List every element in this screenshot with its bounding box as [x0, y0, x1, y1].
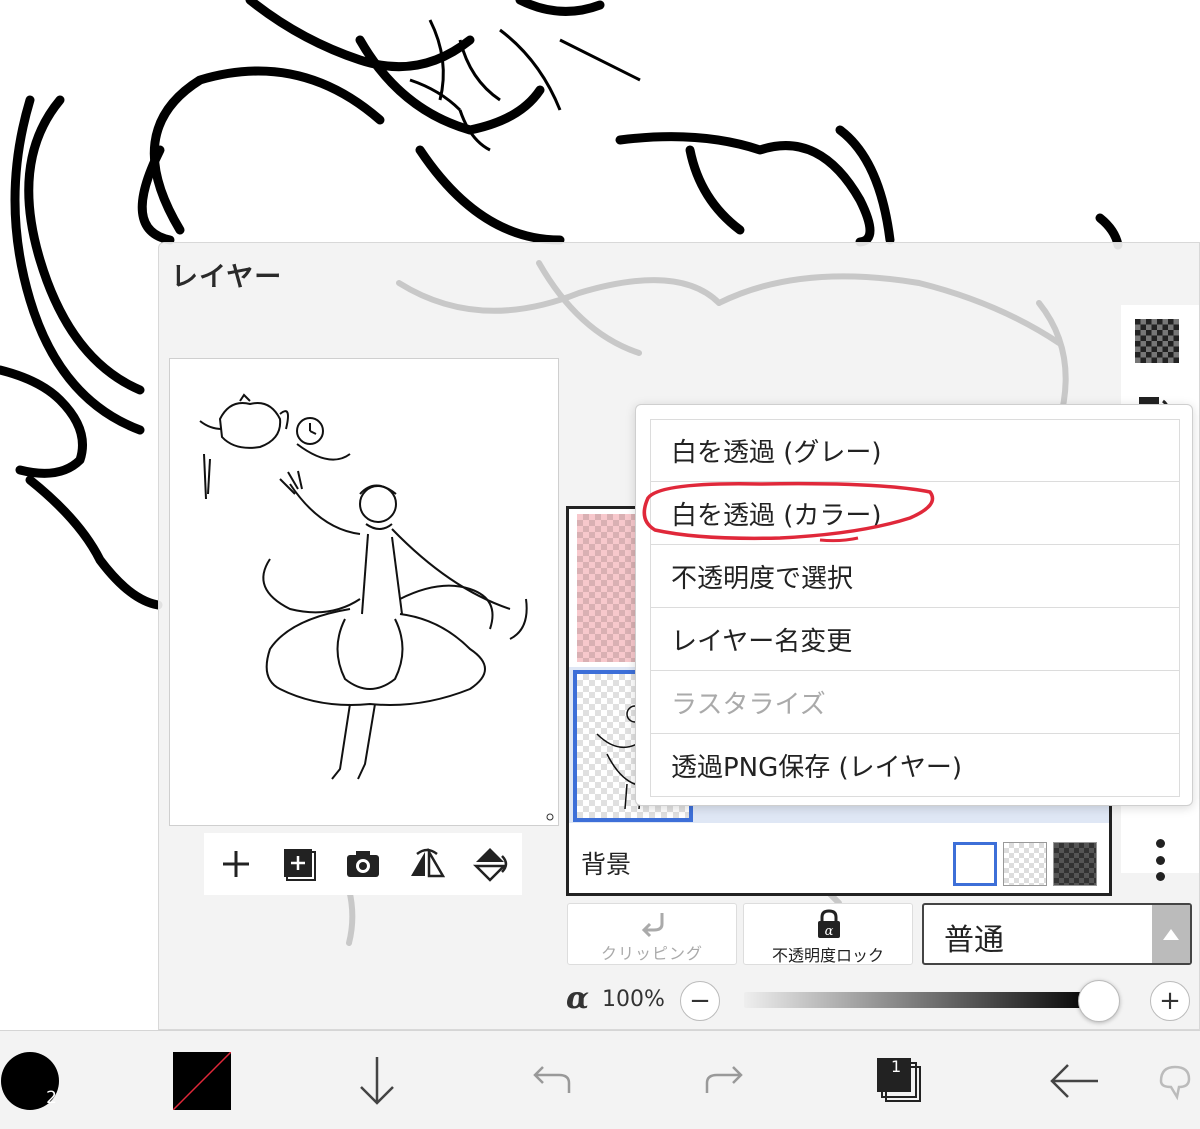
- arrow-left-icon[interactable]: [1046, 1049, 1102, 1113]
- undo-icon[interactable]: [526, 1049, 576, 1113]
- brush-size-value: 2: [46, 1088, 57, 1108]
- layer-count: 1: [891, 1057, 902, 1076]
- opacity-increase-button[interactable]: +: [1150, 981, 1190, 1021]
- canvas-preview[interactable]: [169, 358, 559, 826]
- brush-size-indicator: 2: [1, 1052, 59, 1110]
- alpha-lock-label: 不透明度ロック: [771, 946, 884, 965]
- more-dot: [1155, 872, 1165, 881]
- current-color-swatch: [173, 1052, 231, 1110]
- add-layer-icon[interactable]: [216, 844, 256, 884]
- menu-item-rasterize: ラスタライズ: [650, 671, 1180, 734]
- svg-text:α: α: [825, 924, 834, 939]
- clipping-label: クリッピング: [600, 944, 703, 963]
- more-dot: [1155, 839, 1165, 848]
- color-swatch-button[interactable]: [172, 1049, 232, 1113]
- menu-item-rename-layer[interactable]: レイヤー名変更: [650, 608, 1180, 671]
- redo-icon[interactable]: [700, 1049, 750, 1113]
- blend-mode-value: 普通: [944, 923, 1004, 958]
- opacity-slider[interactable]: [744, 992, 1099, 1008]
- bottom-toolbar: 2 1: [0, 1030, 1200, 1129]
- flip-vertical-icon[interactable]: [470, 844, 510, 884]
- background-dark-swatch[interactable]: [1053, 842, 1097, 886]
- material-icon[interactable]: [1150, 1049, 1200, 1113]
- alpha-symbol: α: [566, 981, 590, 1016]
- blend-mode-select[interactable]: 普通: [922, 903, 1192, 965]
- more-dot: [1155, 855, 1165, 865]
- add-layer-folder-icon[interactable]: [279, 844, 319, 884]
- menu-item-save-transparent-png[interactable]: 透過PNG保存 (レイヤー): [650, 734, 1180, 797]
- clipping-icon: [641, 913, 664, 938]
- menu-item-transparent-white-gray[interactable]: 白を透過 (グレー): [650, 419, 1180, 482]
- opacity-decrease-button[interactable]: −: [680, 981, 720, 1021]
- brush-size-button[interactable]: 2: [0, 1049, 60, 1113]
- lock-icon: α: [818, 909, 840, 939]
- background-white-swatch[interactable]: [953, 842, 997, 886]
- camera-icon[interactable]: [343, 844, 383, 884]
- arrow-down-icon[interactable]: [352, 1049, 402, 1113]
- opacity-value: 100%: [602, 987, 665, 1012]
- preview-drawing: [199, 393, 554, 821]
- menu-item-select-by-opacity[interactable]: 不透明度で選択: [650, 545, 1180, 608]
- more-options-button[interactable]: [1145, 835, 1175, 885]
- layer-context-menu: 白を透過 (グレー) 白を透過 (カラー) 不透明度で選択 レイヤー名変更 ラス…: [635, 404, 1193, 806]
- transparency-toggle-icon[interactable]: [1135, 319, 1179, 363]
- background-layer-row[interactable]: 背景: [569, 827, 1109, 893]
- layers-button[interactable]: 1: [872, 1049, 928, 1113]
- background-label: 背景: [581, 850, 632, 879]
- flip-horizontal-icon[interactable]: [407, 844, 447, 884]
- opacity-slider-handle[interactable]: [1078, 980, 1120, 1022]
- clipping-button[interactable]: クリッピング: [567, 903, 737, 965]
- alpha-lock-button[interactable]: α 不透明度ロック: [743, 903, 913, 965]
- menu-item-transparent-white-color[interactable]: 白を透過 (カラー): [650, 482, 1180, 545]
- background-transparent-swatch[interactable]: [1003, 842, 1047, 886]
- preview-toolbar: [204, 833, 522, 895]
- chevron-up-icon: [1152, 905, 1190, 963]
- opacity-row: α 100% − +: [564, 979, 1194, 1023]
